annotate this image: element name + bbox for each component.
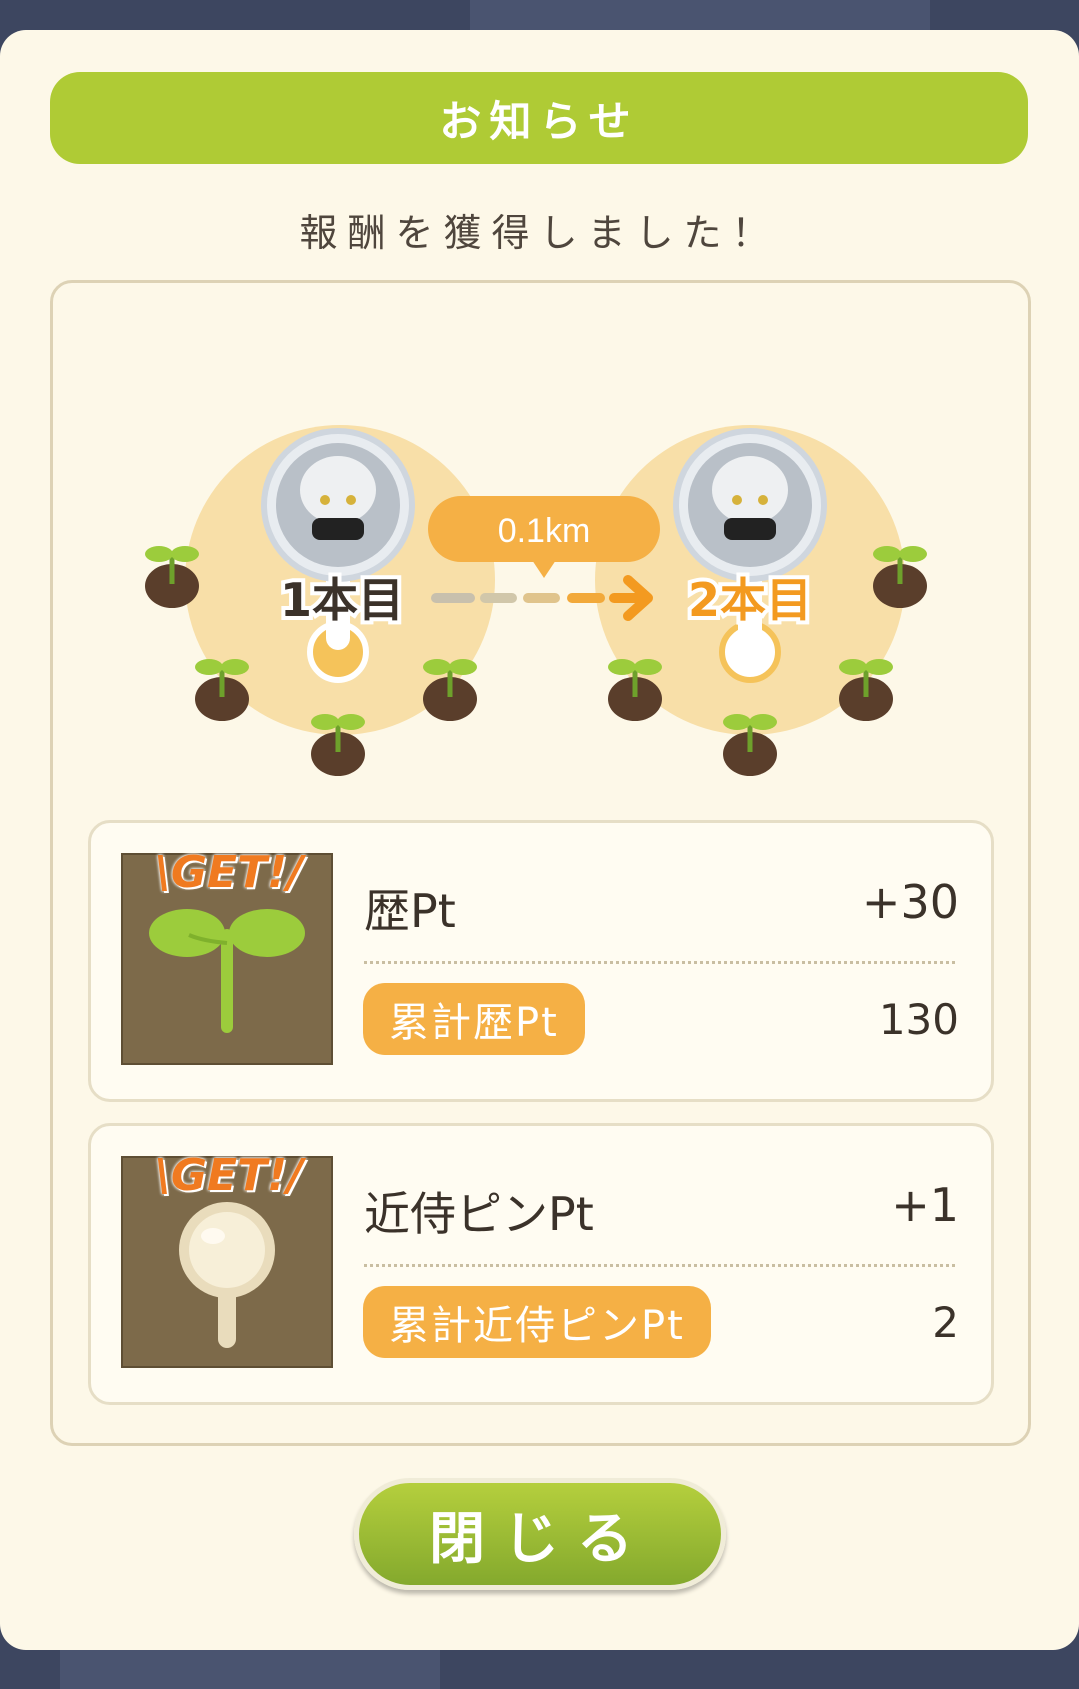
sprout-icon: [873, 546, 927, 608]
reward-name: 近侍ピンPt: [364, 1187, 594, 1241]
close-button[interactable]: 閉じる: [354, 1478, 726, 1590]
progress-map: 0.1km 1本目 2本目: [145, 425, 927, 776]
reward-name: 歴Pt: [364, 884, 456, 938]
divider: [364, 961, 955, 964]
sprout-icon: [839, 659, 893, 721]
notice-dialog: お知らせ 報酬を獲得しました！ 0.1km 1本目 2本目 \GET!/ 歴Pt…: [0, 30, 1079, 1650]
reward-amount: +30: [861, 875, 959, 929]
background-stripe: [60, 1650, 440, 1689]
background-stripe: [470, 0, 930, 30]
total-label: 累計近侍ピンPt: [363, 1286, 711, 1358]
reward-card-pin-pt: \GET!/ 近侍ピンPt +1 累計近侍ピンPt 2: [88, 1123, 994, 1405]
total-label: 累計歴Pt: [363, 983, 585, 1055]
to-label: 2本目: [688, 573, 812, 627]
sprout-icon: [608, 659, 662, 721]
sprout-icon: [195, 659, 249, 721]
from-label: 1本目: [280, 573, 404, 627]
total-value: 2: [932, 1298, 959, 1347]
reward-card-history-pt: \GET!/ 歴Pt +30 累計歴Pt 130: [88, 820, 994, 1102]
get-badge: \GET!/: [154, 1150, 304, 1201]
total-value: 130: [878, 995, 959, 1044]
reward-image: \GET!/: [121, 1150, 333, 1368]
divider: [364, 1264, 955, 1267]
sprout-icon: [145, 546, 199, 608]
reward-amount: +1: [891, 1178, 959, 1232]
get-badge: \GET!/: [154, 847, 304, 898]
distance-label: 0.1km: [498, 512, 591, 550]
sprout-icon: [723, 714, 777, 776]
sprout-icon: [423, 659, 477, 721]
reward-image: \GET!/: [121, 847, 333, 1065]
sprout-icon: [311, 714, 365, 776]
